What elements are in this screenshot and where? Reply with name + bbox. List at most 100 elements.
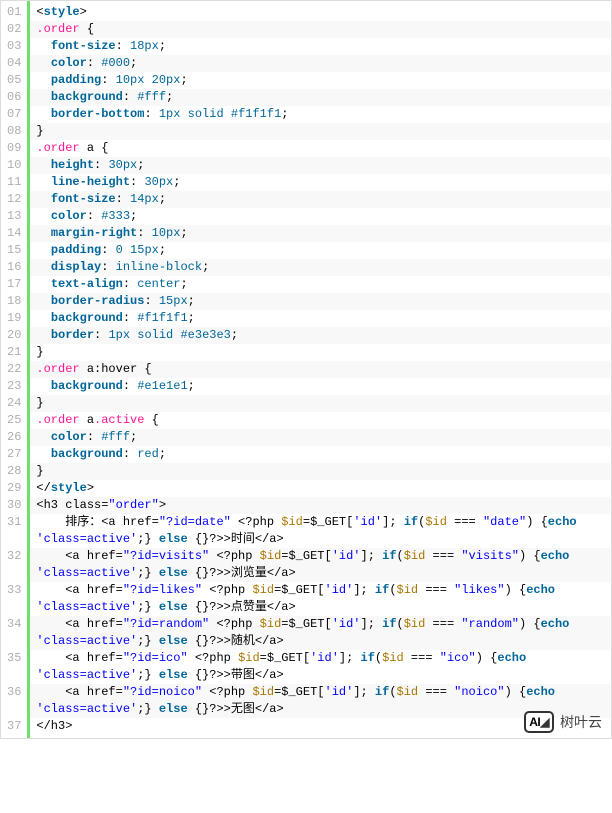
line-number: 10 (1, 157, 27, 174)
code-token: <h3 class= (36, 498, 108, 512)
code-token: 15px (130, 243, 159, 257)
line-number: 27 (1, 446, 27, 463)
code-token: <?php (209, 617, 259, 631)
code-token: ; (281, 107, 288, 121)
line-number: 23 (1, 378, 27, 395)
code-token: "?id=random" (123, 617, 209, 631)
code-token: ]; (339, 651, 361, 665)
code-token: $id (252, 583, 274, 597)
code-token: style (51, 481, 87, 495)
code-token: "?id=date" (159, 515, 231, 529)
code-token: $id (252, 685, 274, 699)
code-token: ; (188, 379, 195, 393)
code-token: ; (166, 90, 173, 104)
code-token: =$_GET[ (303, 515, 353, 529)
code-token: ; (130, 209, 137, 223)
code-line: font-size: 18px; (30, 38, 611, 55)
code-token: "ico" (440, 651, 476, 665)
code-token: : (116, 192, 130, 206)
code-token: $id (397, 685, 419, 699)
code-token: ]; (382, 515, 404, 529)
code-token: margin-right (51, 226, 137, 240)
code-token: : (123, 447, 137, 461)
code-token: ; (159, 192, 166, 206)
code-token: : (87, 430, 101, 444)
code-token: 'class=active' (36, 634, 137, 648)
code-token: } (36, 396, 43, 410)
code-token: : (144, 294, 158, 308)
code-line: border-radius: 15px; (30, 293, 611, 310)
code-token: ]; (353, 685, 375, 699)
code-token: > (80, 5, 87, 19)
line-number: 31 (1, 514, 27, 548)
code-token: 'id' (325, 583, 354, 597)
code-line: <a href="?id=visits" <?php $id=$_GET['id… (30, 548, 611, 582)
code-token: .order (36, 413, 79, 427)
code-token: ; (180, 226, 187, 240)
code-token: <a href= (36, 685, 122, 699)
code-token: : (123, 311, 137, 325)
code-line: height: 30px; (30, 157, 611, 174)
code-token: ;} (137, 566, 159, 580)
logo-text: 树叶云 (560, 712, 602, 732)
code-token: : (101, 73, 115, 87)
code-token: 20px (152, 73, 181, 87)
code-token: </ (36, 481, 50, 495)
code-token: } (36, 345, 43, 359)
code-line-segment: 'class=active';} else {}?>>随机</a> (36, 633, 605, 650)
code-line: color: #333; (30, 208, 611, 225)
code-token: ( (389, 583, 396, 597)
code-token: .order (36, 22, 79, 36)
logo-badge-text: AI (529, 715, 540, 729)
code-token: "likes" (454, 583, 504, 597)
line-number: 13 (1, 208, 27, 225)
code-line-segment: 'class=active';} else {}?>>无图</a> (36, 701, 605, 718)
line-number: 29 (1, 480, 27, 497)
line-number: 30 (1, 497, 27, 514)
code-area: <style>.order { font-size: 18px; color: … (30, 1, 611, 738)
code-line: background: #f1f1f1; (30, 310, 611, 327)
code-token: height (51, 158, 94, 172)
code-token: {}?>>时间</a> (188, 532, 284, 546)
code-token: display (51, 260, 101, 274)
line-number: 17 (1, 276, 27, 293)
line-number: 08 (1, 123, 27, 140)
logo-badge: AI◢ (524, 711, 554, 733)
line-number: 34 (1, 616, 27, 650)
code-token: ; (188, 294, 195, 308)
code-token: $id (404, 549, 426, 563)
code-token: : (123, 379, 137, 393)
code-token: ;} (137, 634, 159, 648)
line-number: 18 (1, 293, 27, 310)
code-token: color (51, 56, 87, 70)
code-token: text-align (51, 277, 123, 291)
line-number: 03 (1, 38, 27, 55)
code-token: else (159, 600, 188, 614)
code-token: 'id' (332, 549, 361, 563)
code-token: else (159, 566, 188, 580)
code-token (224, 107, 231, 121)
line-number: 35 (1, 650, 27, 684)
code-token: ) { (476, 651, 498, 665)
code-token: "?id=ico" (123, 651, 188, 665)
code-token: 'id' (332, 617, 361, 631)
code-token: #fff (101, 430, 130, 444)
code-token: if (404, 515, 418, 529)
code-token: 'class=active' (36, 600, 137, 614)
code-line-segment: <a href="?id=random" <?php $id=$_GET['id… (36, 616, 605, 633)
code-token: ;} (137, 600, 159, 614)
code-token (144, 73, 151, 87)
code-token: : (137, 226, 151, 240)
code-token: : (123, 90, 137, 104)
code-token: #e3e3e3 (180, 328, 230, 342)
code-token: : (144, 107, 158, 121)
code-token: === (447, 515, 483, 529)
code-token: $id (425, 515, 447, 529)
code-line: </style> (30, 480, 611, 497)
code-token: === (418, 583, 454, 597)
code-token: background (51, 311, 123, 325)
line-number: 33 (1, 582, 27, 616)
code-token: $id (260, 617, 282, 631)
code-token: a (80, 413, 94, 427)
code-line: text-align: center; (30, 276, 611, 293)
